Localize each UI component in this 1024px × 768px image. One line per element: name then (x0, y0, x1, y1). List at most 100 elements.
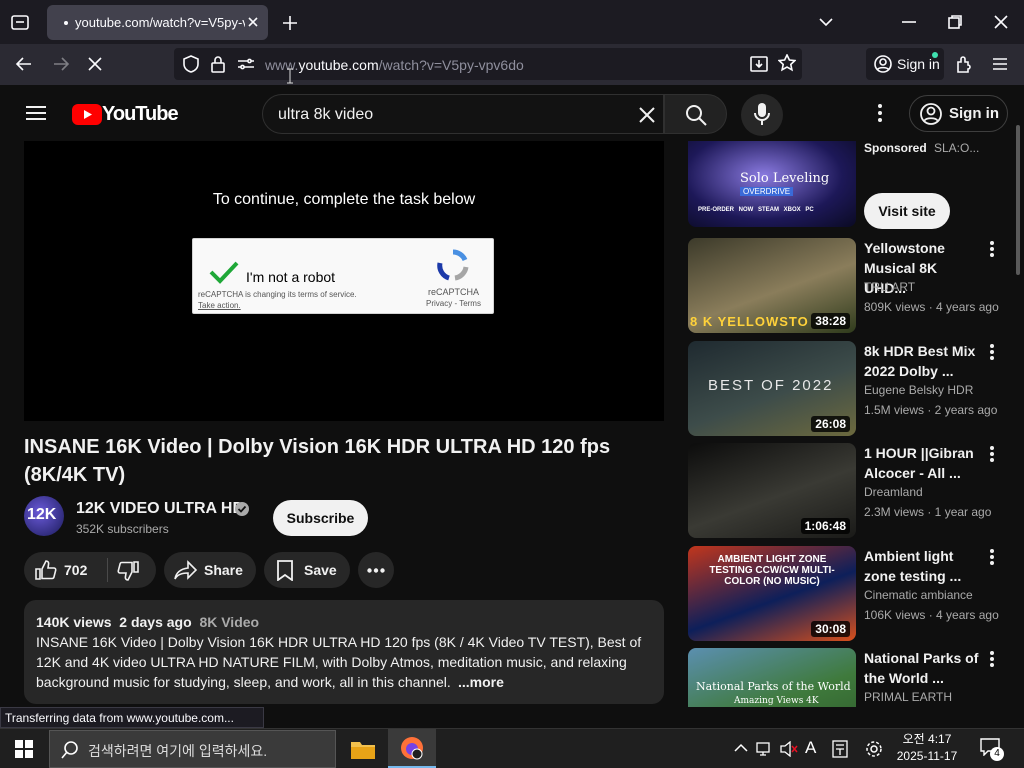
page-scrollbar-thumb[interactable] (1016, 125, 1020, 275)
youtube-signin-label: Sign in (949, 105, 999, 122)
action-center-button[interactable]: 4 (980, 738, 1004, 761)
recommendation-menu-icon[interactable] (988, 650, 996, 668)
taskbar-firefox-button[interactable] (388, 729, 436, 768)
video-player[interactable]: To continue, complete the task below I'm… (24, 141, 664, 421)
channel-avatar[interactable]: 12K (24, 496, 64, 536)
recommendation-item[interactable]: BEST OF 2022 26:08 8k HDR Best Mix 2022 Do… (688, 341, 1008, 436)
bookmark-star-icon[interactable] (778, 54, 796, 72)
search-input[interactable]: ultra 8k video (262, 94, 664, 134)
sponsored-label: Sponsored (864, 141, 927, 155)
file-explorer-icon[interactable] (350, 738, 376, 760)
tracking-shield-icon[interactable] (182, 55, 200, 73)
save-button[interactable]: Save (264, 552, 350, 588)
settings-kebab-icon[interactable] (876, 103, 884, 125)
volume-muted-icon[interactable] (780, 741, 798, 757)
recommendation-item[interactable]: 8 K YELLOWSTO 38:28 Yellowstone Musical 8K… (688, 238, 1008, 333)
save-label: Save (304, 562, 337, 578)
korean-ime-icon[interactable] (832, 740, 848, 758)
channel-name[interactable]: 12K VIDEO ULTRA HD (76, 500, 244, 518)
ime-mode-indicator[interactable]: A (805, 738, 816, 758)
minimize-icon[interactable] (902, 21, 916, 23)
recommendation-menu-icon[interactable] (988, 343, 996, 361)
recommendation-channel[interactable]: Eugene Belsky HDR (864, 383, 973, 397)
recommendation-thumbnail[interactable]: 1:06:48 (688, 443, 856, 538)
forward-icon[interactable] (52, 56, 70, 72)
recommendation-menu-icon[interactable] (988, 548, 996, 566)
settings-gear-icon[interactable] (865, 740, 883, 758)
signin-badge (932, 52, 938, 58)
recommendation-channel[interactable]: TRU ART (864, 280, 915, 294)
view-count: 140K views (36, 614, 112, 630)
bookmark-icon (277, 560, 293, 581)
ad-advertiser: SLA:O... (934, 141, 980, 155)
player-prompt: To continue, complete the task below (212, 191, 476, 208)
dislike-icon[interactable] (117, 561, 139, 581)
recommendation-item[interactable]: AMBIENT LIGHT ZONE TESTING CCW/CW MULTI-… (688, 546, 1008, 641)
restore-icon[interactable] (948, 15, 962, 29)
search-button[interactable] (664, 94, 727, 134)
youtube-signin-button[interactable]: Sign in (909, 95, 1008, 132)
browser-signin-label: Sign in (897, 56, 940, 72)
taskbar-clock[interactable]: 오전 4:17 2025-11-17 (892, 731, 962, 765)
recommendation-title[interactable]: National Parks of the World ... (864, 648, 982, 688)
recommendation-title[interactable]: 8k HDR Best Mix 2022 Dolby ... (864, 341, 982, 381)
ad-thumbnail[interactable]: Solo Leveling OVERDRIVE PRE-ORDER NOW ST… (688, 141, 856, 227)
more-actions-button[interactable] (358, 552, 394, 588)
show-more-link[interactable]: ...more (456, 672, 504, 692)
share-icon (174, 560, 198, 580)
tray-overflow-chevron-icon[interactable] (734, 743, 748, 753)
firefox-icon (401, 737, 423, 760)
youtube-logo-text: YouTube (102, 103, 179, 125)
checkmark-icon[interactable] (209, 260, 239, 284)
close-window-icon[interactable] (994, 15, 1008, 29)
install-app-icon[interactable] (750, 55, 768, 73)
hashtag-link[interactable]: 8K Video (199, 614, 259, 630)
voice-search-button[interactable] (741, 94, 783, 136)
recommendation-menu-icon[interactable] (988, 240, 996, 258)
permissions-icon[interactable] (237, 57, 255, 71)
extensions-icon[interactable] (955, 55, 973, 73)
like-icon[interactable] (35, 560, 57, 580)
close-tab-icon[interactable] (247, 16, 259, 28)
recaptcha-take-action-link[interactable]: Take action. (198, 301, 241, 310)
clear-search-icon[interactable] (639, 107, 655, 123)
app-menu-icon[interactable] (992, 57, 1008, 71)
tab-overflow-chevron-icon[interactable] (818, 16, 834, 28)
browser-status-bar: Transferring data from www.youtube.com..… (0, 707, 264, 728)
windows-start-icon[interactable] (15, 740, 33, 758)
recommendation-thumbnail[interactable]: AMBIENT LIGHT ZONE TESTING CCW/CW MULTI-… (688, 546, 856, 641)
url-text[interactable]: www.youtube.com/watch?v=V5py-vpv6do (265, 57, 524, 73)
recommendation-menu-icon[interactable] (988, 445, 996, 463)
subscribe-button[interactable]: Subscribe (273, 500, 368, 536)
guide-menu-icon[interactable] (26, 105, 46, 121)
recommendation-channel[interactable]: Cinematic ambiance (864, 588, 973, 602)
share-button[interactable]: Share (164, 552, 256, 588)
recommendation-item[interactable]: National Parks of the World Amazing Views… (688, 648, 1008, 707)
recommendation-channel[interactable]: PRIMAL EARTH (864, 690, 952, 704)
recommendation-thumbnail[interactable]: 8 K YELLOWSTO 38:28 (688, 238, 856, 333)
ad-thumb-title: Solo Leveling (740, 171, 830, 186)
description-box[interactable]: 140K views 2 days ago 8K Video INSANE 16… (24, 600, 664, 704)
text-cursor-icon (287, 68, 293, 84)
thumbnail-overlay-subtext: Amazing Views 4K (734, 696, 819, 706)
recommendation-thumbnail[interactable]: BEST OF 2022 26:08 (688, 341, 856, 436)
recommendation-title[interactable]: Ambient light zone testing ... (864, 546, 982, 586)
taskbar-search-box[interactable]: 검색하려면 여기에 입력하세요. (49, 730, 336, 768)
lock-icon[interactable] (211, 55, 225, 73)
recaptcha-privacy-terms[interactable]: Privacy - Terms (426, 299, 481, 308)
recommendation-channel[interactable]: Dreamland (864, 485, 923, 499)
back-icon[interactable] (15, 56, 33, 72)
browser-tab[interactable]: youtube.com/watch?v=V5py-vp (47, 5, 268, 40)
recommendation-thumbnail[interactable]: National Parks of the World Amazing Views… (688, 648, 856, 707)
recommendation-title[interactable]: 1 HOUR ||Gibran Alcocer - All ... (864, 443, 982, 483)
new-tab-icon[interactable] (282, 15, 298, 31)
url-bar[interactable]: www.youtube.com/watch?v=V5py-vpv6do (174, 48, 802, 80)
browser-signin-button[interactable]: Sign in (866, 48, 944, 80)
stop-icon[interactable] (87, 56, 103, 72)
network-icon[interactable] (756, 741, 774, 757)
recommendation-item[interactable]: 1:06:48 1 HOUR ||Gibran Alcocer - All ...… (688, 443, 1008, 538)
ad-card[interactable]: Solo Leveling OVERDRIVE PRE-ORDER NOW ST… (688, 141, 1008, 229)
account-icon (874, 55, 892, 73)
tab-list-icon[interactable] (10, 13, 30, 31)
visit-site-button[interactable]: Visit site (864, 193, 950, 229)
